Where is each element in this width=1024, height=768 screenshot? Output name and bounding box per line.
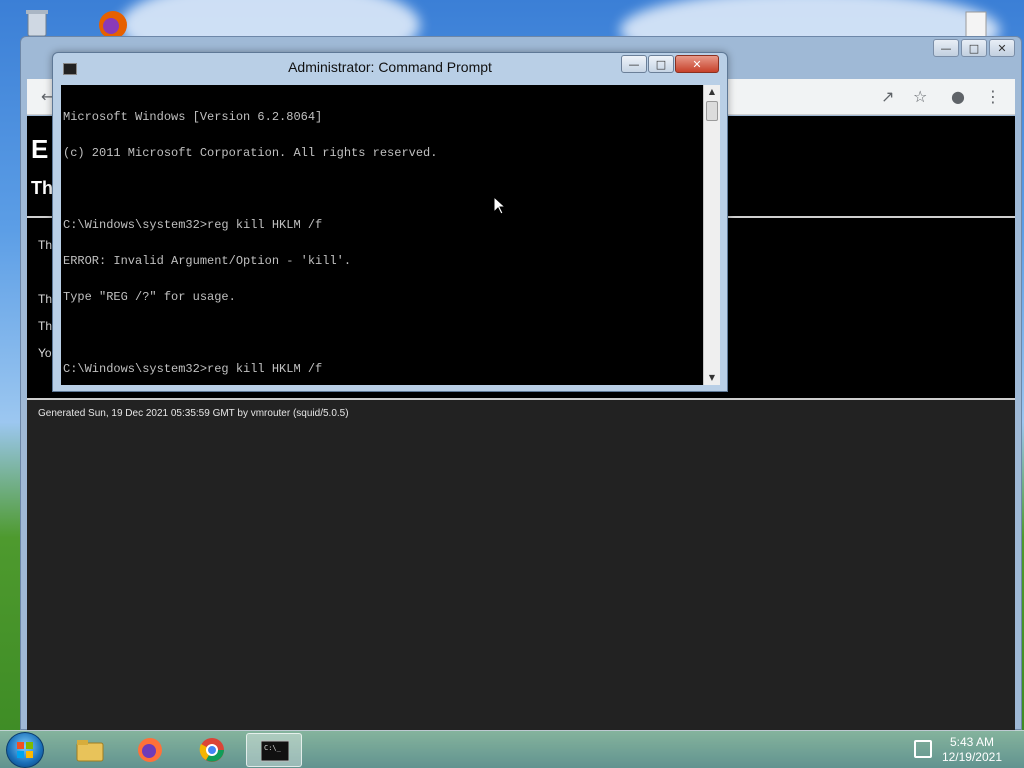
clock-time: 5:43 AM xyxy=(949,735,994,749)
start-button[interactable] xyxy=(6,732,44,768)
scroll-down-arrow-icon[interactable]: ▼ xyxy=(704,371,720,385)
body-line: Th xyxy=(38,319,53,333)
page-subtitle: Th xyxy=(31,178,53,198)
windows-logo-icon xyxy=(17,742,33,758)
console-line: Microsoft Windows [Version 6.2.8064] xyxy=(63,110,323,124)
vertical-scrollbar[interactable]: ▲ ▼ xyxy=(703,85,720,385)
svg-text:C:\_: C:\_ xyxy=(264,744,282,752)
close-button[interactable]: ✕ xyxy=(675,55,719,73)
taskbar-chrome[interactable] xyxy=(184,733,240,767)
maximize-button[interactable]: □ xyxy=(648,55,674,73)
body-line: Th xyxy=(38,292,53,306)
page-title: E xyxy=(31,134,49,164)
console-line: Type "REG /?" for usage. xyxy=(63,290,236,304)
command-prompt-icon: C:\_ xyxy=(261,740,289,762)
taskbar-firefox[interactable] xyxy=(122,733,178,767)
recycle-bin-icon[interactable] xyxy=(20,6,54,40)
bookmark-star-icon[interactable]: ☆ xyxy=(913,87,927,106)
browser-window-controls: — □ ✕ xyxy=(933,39,1015,57)
minimize-button[interactable]: — xyxy=(621,55,647,73)
clock-date: 12/19/2021 xyxy=(941,750,1002,764)
network-icon[interactable] xyxy=(914,740,932,758)
taskbar-command-prompt[interactable]: C:\_ xyxy=(246,733,302,767)
console-line: C:\Windows\system32>reg kill HKLM /f xyxy=(63,218,323,232)
close-button[interactable]: ✕ xyxy=(989,39,1015,57)
share-icon[interactable]: ↗ xyxy=(881,87,894,106)
minimize-button[interactable]: — xyxy=(933,39,959,57)
taskbar: C:\_ 5:43 AM 12/19/2021 xyxy=(0,730,1024,768)
console-input-line[interactable]: C:\Windows\system32>reg kill HKLM /f xyxy=(63,363,701,375)
maximize-button[interactable]: □ xyxy=(961,39,987,57)
console-line: ERROR: Invalid Argument/Option - 'kill'. xyxy=(63,254,352,268)
scroll-thumb[interactable] xyxy=(706,101,718,121)
console-line: (c) 2011 Microsoft Corporation. All righ… xyxy=(63,146,438,160)
page-footer: Generated Sun, 19 Dec 2021 05:35:59 GMT … xyxy=(38,408,349,419)
mouse-cursor-icon xyxy=(493,195,507,221)
body-line: Th xyxy=(38,238,53,252)
console-output[interactable]: Microsoft Windows [Version 6.2.8064] (c)… xyxy=(61,85,703,385)
cmd-window-controls: — □ ✕ xyxy=(621,55,719,73)
firefox-icon xyxy=(138,738,162,762)
scroll-up-arrow-icon[interactable]: ▲ xyxy=(704,85,720,99)
body-line: Yo xyxy=(38,346,52,360)
system-clock[interactable]: 5:43 AM 12/19/2021 xyxy=(942,735,1002,765)
menu-kebab-icon[interactable]: ⋮ xyxy=(985,87,1001,106)
taskbar-file-explorer[interactable] xyxy=(62,733,118,767)
chrome-icon xyxy=(199,738,224,762)
profile-avatar-icon[interactable]: ● xyxy=(951,87,965,106)
file-explorer-icon xyxy=(76,740,104,762)
command-prompt-window: Administrator: Command Prompt — □ ✕ Micr… xyxy=(52,52,728,392)
